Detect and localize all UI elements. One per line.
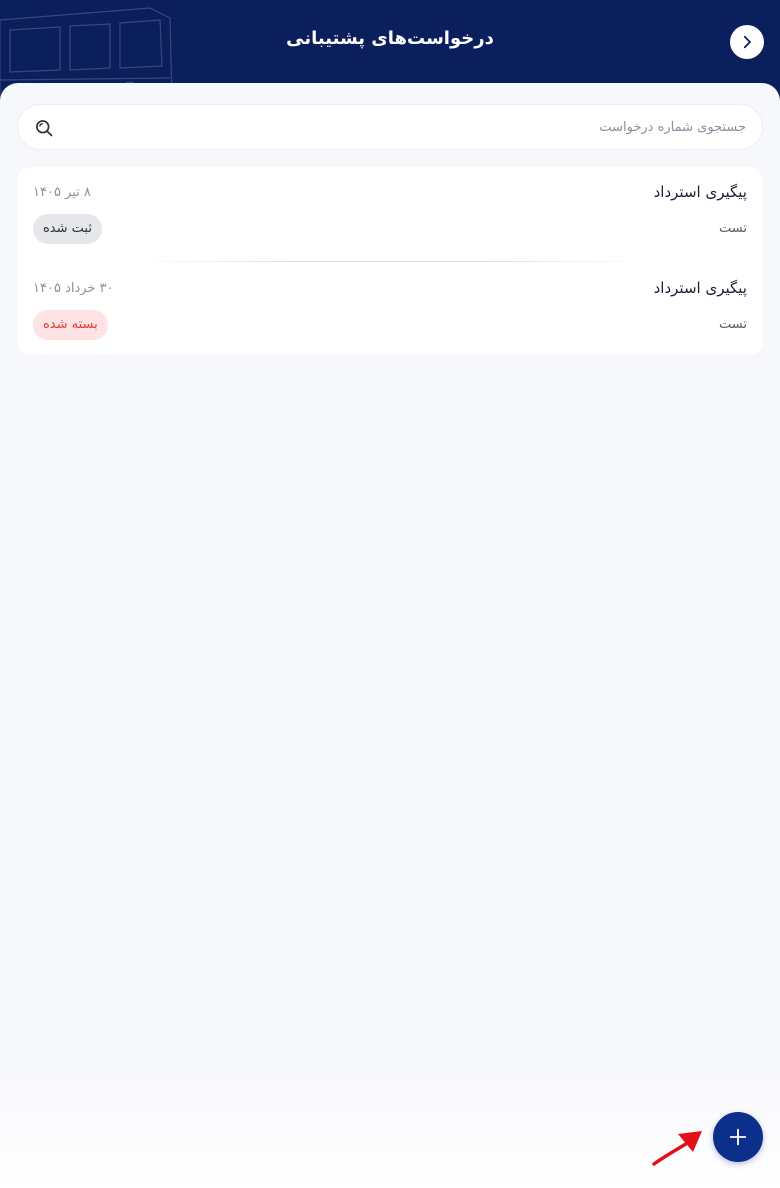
request-title: پیگیری استرداد (653, 279, 747, 297)
request-title: پیگیری استرداد (653, 183, 747, 201)
back-button[interactable] (730, 25, 764, 59)
requests-list: پیگیری استرداد تست ۸ تیر ۱۴۰۵ ثبت شده پی… (17, 167, 763, 355)
list-item[interactable]: پیگیری استرداد تست ۳۰ خرداد ۱۴۰۵ بسته شد… (17, 263, 763, 357)
chevron-right-icon (743, 35, 751, 49)
content-sheet: پیگیری استرداد تست ۸ تیر ۱۴۰۵ ثبت شده پی… (0, 83, 780, 1188)
page-title: درخواست‌های پشتیبانی (286, 28, 494, 49)
status-badge: بسته شده (33, 310, 108, 340)
red-arrow-icon (652, 1131, 702, 1166)
request-date: ۳۰ خرداد ۱۴۰۵ (33, 281, 114, 296)
search-icon[interactable] (34, 118, 54, 138)
request-date: ۸ تیر ۱۴۰۵ (33, 185, 91, 200)
status-badge: ثبت شده (33, 214, 102, 244)
request-description: تست (719, 221, 747, 236)
search-input[interactable] (68, 105, 746, 149)
request-description: تست (719, 317, 747, 332)
add-request-button[interactable] (713, 1112, 763, 1162)
search-bar (17, 104, 763, 150)
support-requests-page: درخواست‌های پشتیبانی پیگیری استرداد تست … (0, 0, 780, 1188)
divider (137, 261, 643, 262)
list-item[interactable]: پیگیری استرداد تست ۸ تیر ۱۴۰۵ ثبت شده (17, 167, 763, 261)
plus-icon (729, 1128, 747, 1146)
